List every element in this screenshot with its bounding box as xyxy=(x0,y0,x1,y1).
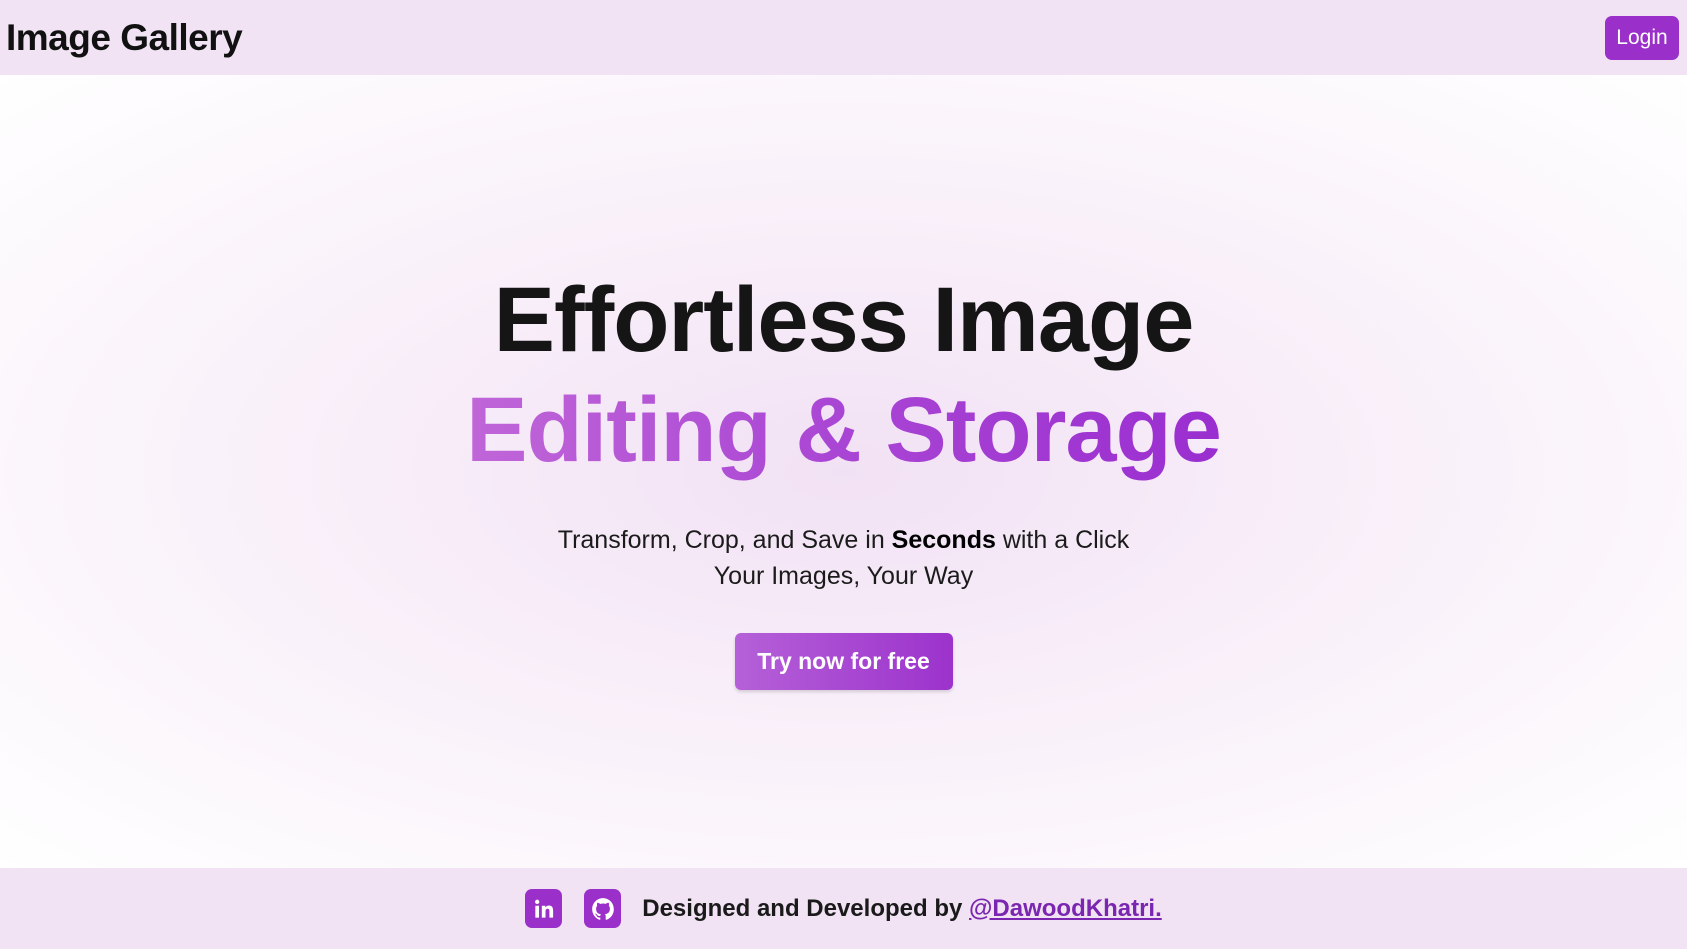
try-now-button[interactable]: Try now for free xyxy=(734,633,953,690)
linkedin-link[interactable] xyxy=(525,889,563,928)
footer: Designed and Developed by @DawoodKhatri. xyxy=(0,868,1687,949)
subtitle-bold: Seconds xyxy=(891,526,996,554)
credit-text: Designed and Developed by xyxy=(642,894,969,922)
brand-title[interactable]: Image Gallery xyxy=(6,17,243,59)
hero-subtitle: Transform, Crop, and Save in Seconds wit… xyxy=(558,522,1130,594)
login-button[interactable]: Login xyxy=(1605,15,1679,60)
hero-title-line1: Effortless Image xyxy=(493,269,1195,371)
hero-subtitle-line2: Your Images, Your Way xyxy=(713,562,974,590)
hero-subtitle-line1: Transform, Crop, and Save in Seconds wit… xyxy=(558,522,1130,558)
linkedin-icon xyxy=(534,899,553,918)
github-link[interactable] xyxy=(584,889,622,928)
github-icon xyxy=(591,897,614,920)
footer-credit: Designed and Developed by @DawoodKhatri. xyxy=(642,895,1162,923)
subtitle-suffix: with a Click xyxy=(995,526,1130,554)
hero-section: Effortless Image Editing & Storage Trans… xyxy=(0,75,1687,868)
subtitle-prefix: Transform, Crop, and Save in xyxy=(557,526,892,554)
hero-title-line2: Editing & Storage xyxy=(466,375,1222,485)
navbar: Image Gallery Login xyxy=(0,0,1687,75)
author-link[interactable]: @DawoodKhatri. xyxy=(969,895,1162,922)
